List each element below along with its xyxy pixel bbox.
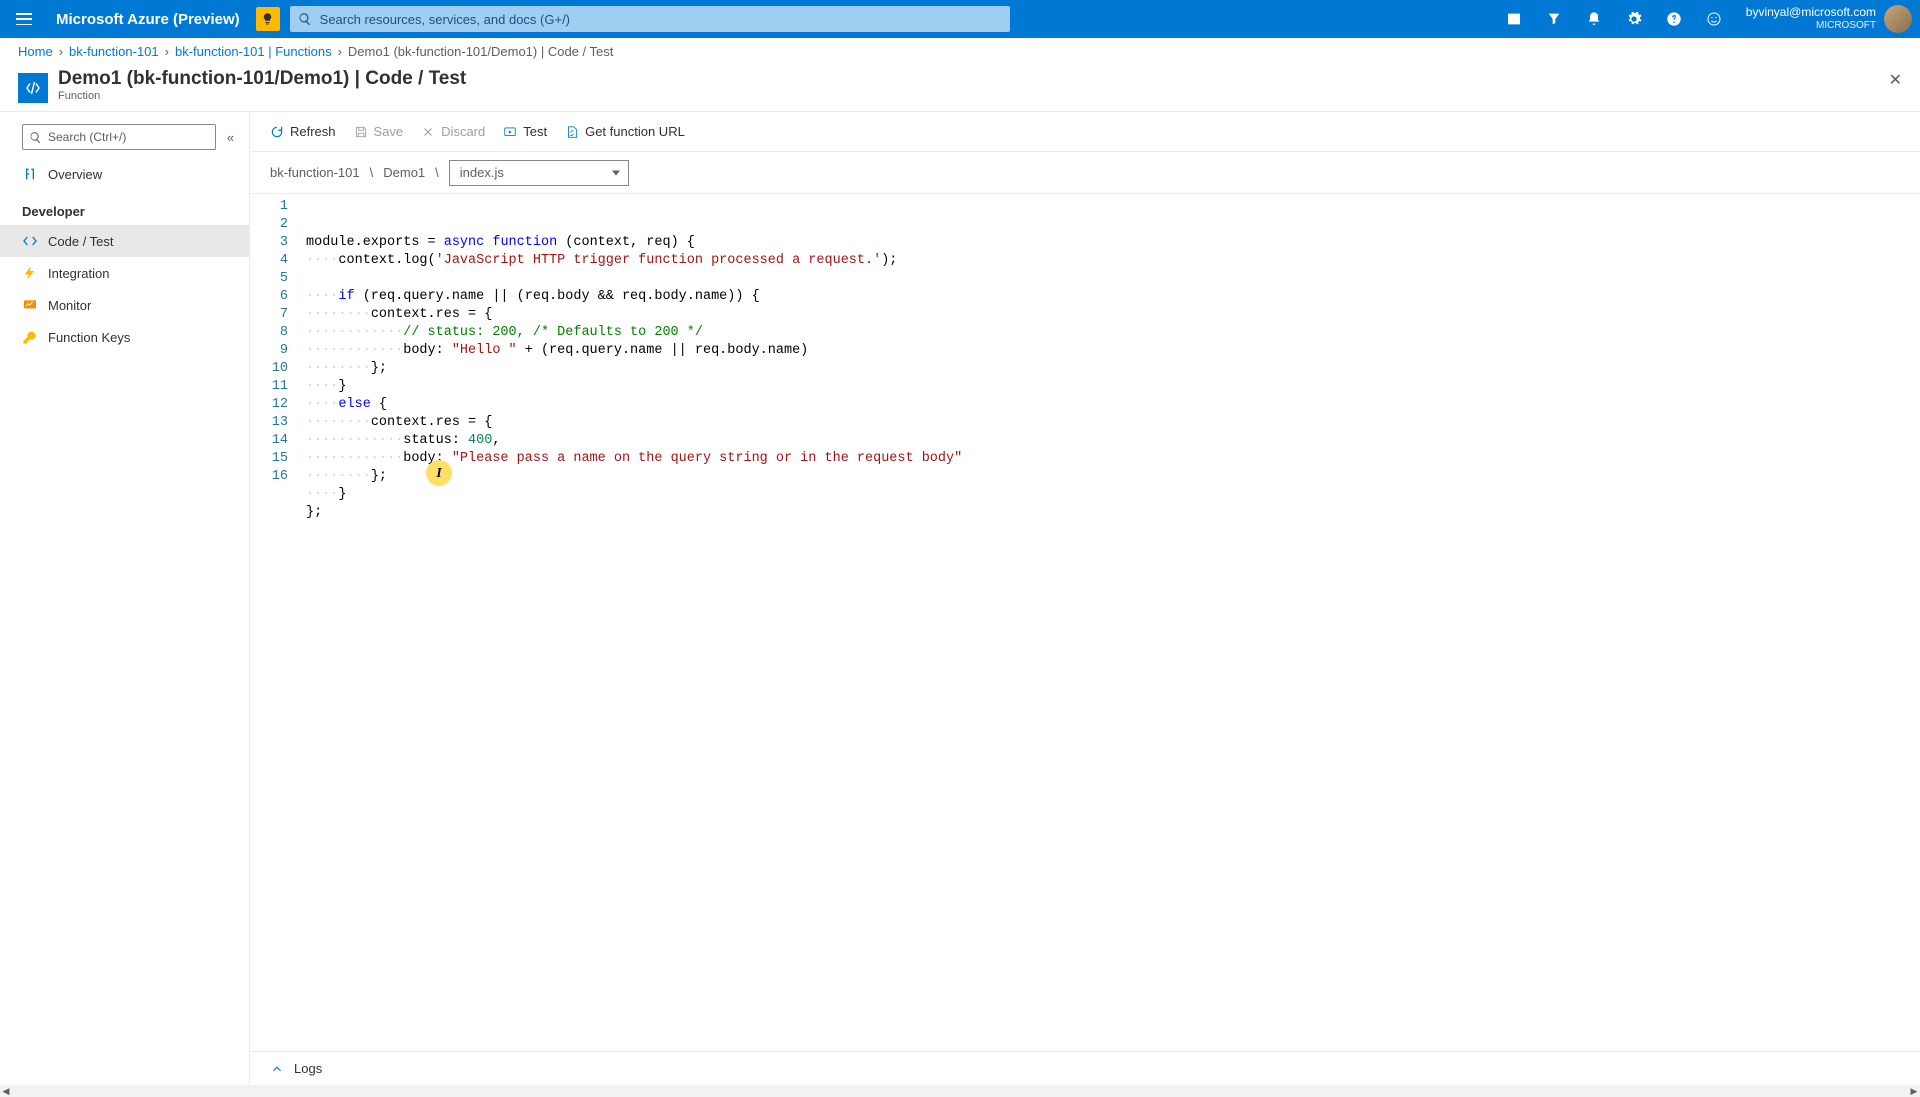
sidebar-item-function-keys[interactable]: Function Keys: [0, 321, 249, 353]
link-icon: [565, 125, 579, 139]
sidebar-item-label: Function Keys: [48, 330, 130, 345]
path-segment: Demo1: [383, 165, 425, 180]
sidebar-item-code-test[interactable]: Code / Test: [0, 225, 249, 257]
code-icon: [22, 233, 38, 249]
brand-label[interactable]: Microsoft Azure (Preview): [48, 11, 256, 28]
sidebar-item-label: Monitor: [48, 298, 91, 313]
discard-button: Discard: [421, 124, 485, 139]
file-select-value: index.js: [460, 165, 504, 180]
test-icon: [503, 125, 517, 139]
breadcrumb-sep: ›: [165, 44, 169, 59]
toolbar: Refresh Save Discard Test Get function U…: [250, 112, 1920, 152]
path-sep: \: [370, 165, 374, 180]
sidebar-section-developer: Developer: [0, 190, 249, 225]
sidebar-item-label: Code / Test: [48, 234, 114, 249]
breadcrumb-link[interactable]: bk-function-101 | Functions: [175, 44, 332, 59]
scroll-left-icon[interactable]: ◀: [0, 1085, 12, 1097]
logs-toggle[interactable]: Logs: [250, 1051, 1920, 1085]
code-editor[interactable]: 12345678910111213141516 module.exports =…: [250, 194, 1920, 1051]
function-icon: [18, 73, 48, 103]
breadcrumb-link[interactable]: bk-function-101: [69, 44, 159, 59]
help-icon[interactable]: [1654, 0, 1694, 38]
chevron-up-icon: [270, 1062, 284, 1076]
get-function-url-button[interactable]: Get function URL: [565, 124, 685, 139]
user-org: MICROSOFT: [1746, 20, 1876, 32]
function-icon: [22, 166, 38, 182]
breadcrumb-sep: ›: [59, 44, 63, 59]
discard-icon: [421, 125, 435, 139]
test-button[interactable]: Test: [503, 124, 547, 139]
directory-filter-icon[interactable]: [1534, 0, 1574, 38]
refresh-button[interactable]: Refresh: [270, 124, 336, 139]
content-pane: Refresh Save Discard Test Get function U…: [250, 112, 1920, 1085]
feedback-icon[interactable]: [1694, 0, 1734, 38]
settings-icon[interactable]: [1614, 0, 1654, 38]
scroll-right-icon[interactable]: ▶: [1908, 1085, 1920, 1097]
preview-badge-icon[interactable]: [256, 7, 280, 31]
search-icon: [29, 131, 42, 144]
blade-subtitle: Function: [58, 90, 1902, 102]
refresh-icon: [270, 125, 284, 139]
sidebar-search[interactable]: [22, 124, 216, 150]
user-email: byvinyal@microsoft.com: [1746, 6, 1876, 20]
horizontal-scrollbar[interactable]: ◀ ▶: [0, 1085, 1920, 1097]
breadcrumb-sep: ›: [338, 44, 342, 59]
file-path-row: bk-function-101 \ Demo1 \ index.js: [250, 152, 1920, 194]
collapse-sidebar-button[interactable]: «: [224, 128, 237, 146]
sidebar-item-label: Overview: [48, 167, 102, 182]
save-icon: [354, 125, 368, 139]
avatar: [1884, 5, 1912, 33]
top-header: Microsoft Azure (Preview) byvinyal@micro…: [0, 0, 1920, 38]
breadcrumb-current: Demo1 (bk-function-101/Demo1) | Code / T…: [348, 44, 613, 59]
blade-title: Demo1 (bk-function-101/Demo1) | Code / T…: [58, 68, 1902, 90]
file-select-dropdown[interactable]: index.js: [449, 160, 629, 186]
global-search[interactable]: [290, 6, 1010, 32]
breadcrumb: Home › bk-function-101 › bk-function-101…: [0, 38, 1920, 66]
editor-code[interactable]: module.exports = async function (context…: [298, 194, 1920, 1051]
cloud-shell-icon[interactable]: [1494, 0, 1534, 38]
header-icons: byvinyal@microsoft.com MICROSOFT: [1494, 0, 1920, 38]
bolt-icon: [22, 265, 38, 281]
path-sep: \: [435, 165, 439, 180]
blade-header: Demo1 (bk-function-101/Demo1) | Code / T…: [0, 66, 1920, 111]
breadcrumb-link[interactable]: Home: [18, 44, 53, 59]
sidebar-item-label: Integration: [48, 266, 109, 281]
sidebar-search-input[interactable]: [42, 130, 209, 144]
path-segment: bk-function-101: [270, 165, 360, 180]
sidebar-item-overview[interactable]: Overview: [0, 158, 249, 190]
search-icon: [298, 12, 312, 26]
hamburger-icon: [16, 13, 32, 25]
save-button: Save: [354, 124, 404, 139]
global-search-input[interactable]: [312, 12, 1002, 27]
sidebar: « Overview Developer Code / Test Integra…: [0, 112, 250, 1085]
hamburger-menu[interactable]: [0, 0, 48, 38]
sidebar-item-monitor[interactable]: Monitor: [0, 289, 249, 321]
notifications-icon[interactable]: [1574, 0, 1614, 38]
sidebar-item-integration[interactable]: Integration: [0, 257, 249, 289]
close-blade-button[interactable]: ✕: [1889, 70, 1902, 90]
monitor-icon: [22, 297, 38, 313]
user-menu[interactable]: byvinyal@microsoft.com MICROSOFT: [1734, 5, 1920, 33]
logs-label: Logs: [294, 1061, 322, 1076]
editor-gutter: 12345678910111213141516: [250, 194, 298, 1051]
key-icon: [22, 329, 38, 345]
user-text: byvinyal@microsoft.com MICROSOFT: [1746, 6, 1876, 31]
